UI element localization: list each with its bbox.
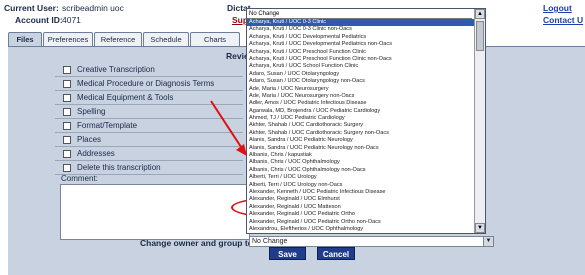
tab-charts[interactable]: Charts xyxy=(190,32,240,46)
dropdown-option[interactable]: Acharya, Kruti / UOC 0-3 Clinic non-Oacs xyxy=(247,26,475,33)
checkbox[interactable] xyxy=(63,164,71,172)
dropdown-option[interactable]: Alberti, Terri / UOC Urology xyxy=(247,174,475,181)
dropdown-option[interactable]: Alexander, Reginald / UOC Matteson xyxy=(247,204,475,211)
comment-textarea[interactable] xyxy=(60,184,250,240)
checkbox[interactable] xyxy=(63,94,71,102)
dropdown-option[interactable]: Acharya, Kruti / UOC Developmental Pedia… xyxy=(247,41,475,48)
chevron-down-icon[interactable]: ▼ xyxy=(483,237,493,246)
checkbox[interactable] xyxy=(63,66,71,74)
dropdown-option[interactable]: Adler, Amos / UOC Pediatric Infectious D… xyxy=(247,100,475,107)
tab-preferences[interactable]: Preferences xyxy=(43,32,93,46)
dropdown-option[interactable]: Ade, Maria / UOC Neurosurgery xyxy=(247,86,475,93)
account-id-value: 4071 xyxy=(62,15,81,25)
checkbox-row-creative-transcription: Creative Transcription xyxy=(55,64,243,77)
checkbox-label: Addresses xyxy=(77,149,115,158)
checkbox-label: Spelling xyxy=(77,107,106,116)
current-user-label: Current User: xyxy=(4,3,59,13)
tab-schedule[interactable]: Schedule xyxy=(143,32,189,46)
dropdown-option[interactable]: Acharya, Kruti / UOC Developmental Pedia… xyxy=(247,34,475,41)
checkbox-row-spelling: Spelling xyxy=(55,106,243,119)
tab-files[interactable]: Files xyxy=(8,32,42,46)
checkbox-label: Creative Transcription xyxy=(77,65,155,74)
checkbox-row-places: Places xyxy=(55,134,243,147)
owner-select-value: No Change xyxy=(252,238,288,245)
dropdown-option[interactable]: Alexandrou, Eleftherios / UOC Ophthalmol… xyxy=(247,226,475,233)
dropdown-option[interactable]: Acharya, Kruti / UOC 0-3 Clinic xyxy=(247,19,475,27)
dropdown-option[interactable]: Albanis, Chris / kapustiak xyxy=(247,152,475,159)
checkbox[interactable] xyxy=(63,108,71,116)
dropdown-option[interactable]: Akhter, Shahab / UOC Cardiothoracic Surg… xyxy=(247,130,475,137)
dropdown-option[interactable]: Adaro, Susan / UOC Otolaryngology xyxy=(247,71,475,78)
checkbox-row-medical-procedure: Medical Procedure or Diagnosis Terms xyxy=(55,78,243,91)
tab-reference[interactable]: Reference xyxy=(94,32,142,46)
dropdown-option[interactable]: Alexander, Reginald / UOC Pediatric Orth… xyxy=(247,219,475,226)
checkbox-label: Places xyxy=(77,135,102,144)
dropdown-option[interactable]: Alexander, Kenneth / UOC Pediatric Infec… xyxy=(247,189,475,196)
dropdown-option[interactable]: Ahmed, TJ / UOC Pediatric Cardiology xyxy=(247,115,475,122)
scroll-down-icon[interactable]: ▼ xyxy=(475,223,485,233)
dropdown-option[interactable]: Albanis, Chris / UOC Ophthalmology non-O… xyxy=(247,167,475,174)
owner-dropdown-list[interactable]: No Change Acharya, Kruti / UOC 0-3 Clini… xyxy=(246,8,486,234)
dropdown-option[interactable]: Acharya, Kruti / UOC Preschool Function … xyxy=(247,49,475,56)
checkbox[interactable] xyxy=(63,136,71,144)
dropdown-option[interactable]: Albanis, Chris / UOC Ophthalmology xyxy=(247,159,475,166)
comment-label: Comment: xyxy=(61,174,98,183)
dropdown-options: Acharya, Kruti / UOC 0-3 Clinic Acharya, … xyxy=(247,19,475,235)
checkbox-row-addresses: Addresses xyxy=(55,148,243,161)
cancel-button[interactable]: Cancel xyxy=(317,247,355,260)
dropdown-option[interactable]: Acharya, Kruti / UOC Preschool Function … xyxy=(247,56,475,63)
change-owner-label: Change owner and group to: xyxy=(140,238,256,248)
save-button[interactable]: Save xyxy=(269,247,306,260)
checkbox-row-medical-equipment: Medical Equipment & Tools xyxy=(55,92,243,105)
checkbox[interactable] xyxy=(63,122,71,130)
dropdown-option[interactable]: Agarwala, MD, Brojendra / UOC Pediatric … xyxy=(247,108,475,115)
checkbox-label: Format/Template xyxy=(77,121,138,130)
current-user-value: scribeadmin uoc xyxy=(62,3,124,13)
account-id-label: Account ID: xyxy=(15,15,63,25)
dropdown-option[interactable]: Alexander, Reginald / UOC Pediatric Orth… xyxy=(247,211,475,218)
logout-link[interactable]: Logout xyxy=(543,3,572,13)
scroll-up-icon[interactable]: ▲ xyxy=(475,9,485,19)
checkbox[interactable] xyxy=(63,150,71,158)
dropdown-option[interactable]: Alanis, Sandra / UOC Pediatric Neurology… xyxy=(247,145,475,152)
dropdown-option[interactable]: Alanis, Sandra / UOC Pediatric Neurology xyxy=(247,137,475,144)
dropdown-option[interactable]: Adaro, Susan / UOC Otolaryngology non-Oa… xyxy=(247,78,475,85)
checkbox-label: Medical Equipment & Tools xyxy=(77,93,174,102)
dropdown-option[interactable]: Ade, Maria / UOC Neurosurgery non-Oacs xyxy=(247,93,475,100)
checkbox-row-format-template: Format/Template xyxy=(55,120,243,133)
dropdown-option[interactable]: Akhter, Shahab / UOC Cardiothoracic Surg… xyxy=(247,122,475,129)
checkbox-label: Delete this transcription xyxy=(77,163,161,172)
dropdown-option[interactable]: Alberti, Terri / UOC Urology non-Oacs xyxy=(247,182,475,189)
owner-select[interactable]: No Change ▼ xyxy=(249,236,494,247)
dropdown-scrollbar[interactable]: ▲ ▼ xyxy=(474,9,485,233)
dropdown-selected-option[interactable]: No Change xyxy=(247,9,472,19)
checkbox[interactable] xyxy=(63,80,71,88)
dropdown-option[interactable]: Acharya, Kruti / UOC School Function Cli… xyxy=(247,63,475,70)
contact-us-link[interactable]: Contact U xyxy=(543,15,583,25)
dropdown-option[interactable]: Alexander, Reginald / UOC Elmhurst xyxy=(247,196,475,203)
checkbox-label: Medical Procedure or Diagnosis Terms xyxy=(77,79,215,88)
scroll-thumb[interactable] xyxy=(476,21,484,51)
